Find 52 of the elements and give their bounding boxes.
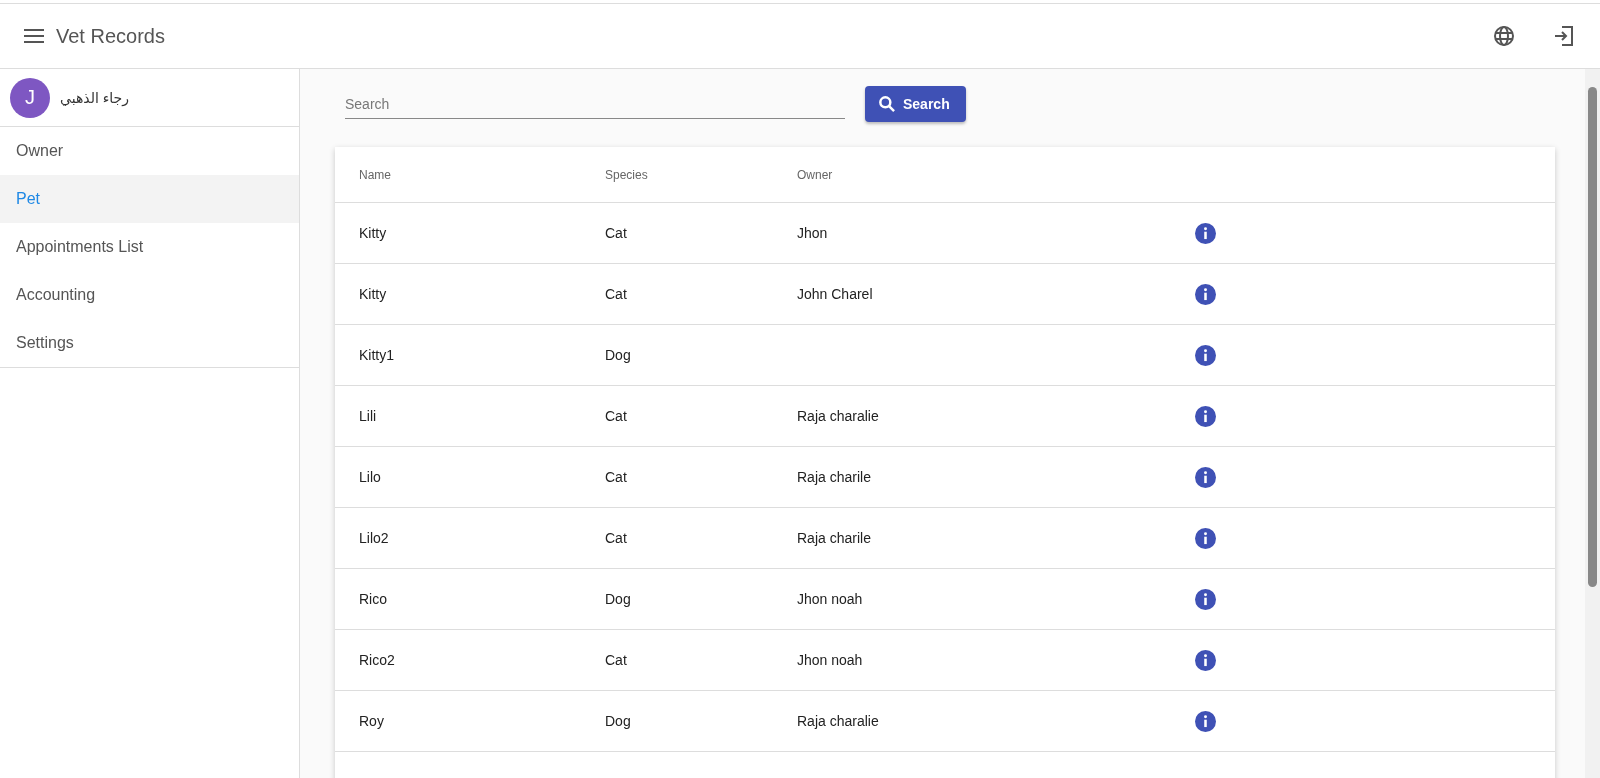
sidebar-item[interactable]: Owner [0, 127, 299, 175]
globe-icon[interactable] [1492, 24, 1516, 48]
species-cell: Cat [605, 225, 627, 241]
column-header: Name [359, 167, 391, 182]
species-cell: Cat [605, 469, 627, 485]
pet-name-cell: Kitty [359, 286, 387, 302]
pet-name-cell: Rico2 [359, 652, 395, 668]
info-icon[interactable] [1195, 710, 1216, 732]
scrollbar-thumb[interactable] [1588, 87, 1597, 587]
pet-name-cell: Lili [359, 408, 377, 424]
sidebar-item[interactable]: Appointments List [0, 223, 299, 271]
logout-icon[interactable] [1552, 24, 1576, 48]
info-icon[interactable] [1195, 344, 1216, 366]
info-icon[interactable] [1195, 283, 1216, 305]
pet-name-cell: Lilo2 [359, 530, 389, 546]
column-header: Owner [797, 167, 833, 182]
species-cell: Cat [605, 652, 627, 668]
info-icon[interactable] [1195, 588, 1216, 610]
info-icon[interactable] [1195, 405, 1216, 427]
search-icon [877, 94, 897, 114]
app-title: Vet Records [56, 24, 165, 48]
search-field[interactable]: Search [345, 89, 845, 119]
owner-cell: Jhon [797, 225, 828, 241]
menu-icon[interactable] [24, 29, 44, 43]
species-cell: Dog [605, 591, 631, 607]
species-cell: Cat [605, 530, 627, 546]
pet-name-cell: Rico [359, 591, 387, 607]
owner-cell: John Charel [797, 286, 873, 302]
info-icon[interactable] [1195, 222, 1216, 244]
user-name: رجاء الذهبي [60, 89, 129, 106]
species-cell: Cat [605, 286, 627, 302]
species-cell: Dog [605, 713, 631, 729]
pet-name-cell: Lilo [359, 469, 381, 485]
species-cell: Cat [605, 408, 627, 424]
owner-cell: Jhon noah [797, 591, 863, 607]
sidebar-item[interactable]: Settings [0, 319, 299, 367]
pet-name-cell: Roy [359, 713, 384, 729]
owner-cell: Jhon noah [797, 652, 863, 668]
info-icon[interactable] [1195, 527, 1216, 549]
pet-name-cell: Kitty [359, 225, 387, 241]
owner-cell: Raja charalie [797, 713, 879, 729]
user-avatar: J [10, 77, 50, 118]
search-button[interactable]: Search [865, 86, 966, 122]
owner-cell: Raja charile [797, 530, 871, 546]
owner-cell: Raja charile [797, 469, 871, 485]
info-icon[interactable] [1195, 466, 1216, 488]
species-cell: Dog [605, 347, 631, 363]
sidebar-item[interactable]: Accounting [0, 271, 299, 319]
pet-name-cell: Kitty1 [359, 347, 394, 363]
info-icon[interactable] [1195, 649, 1216, 671]
column-header: Species [605, 167, 648, 182]
owner-cell: Raja charalie [797, 408, 879, 424]
